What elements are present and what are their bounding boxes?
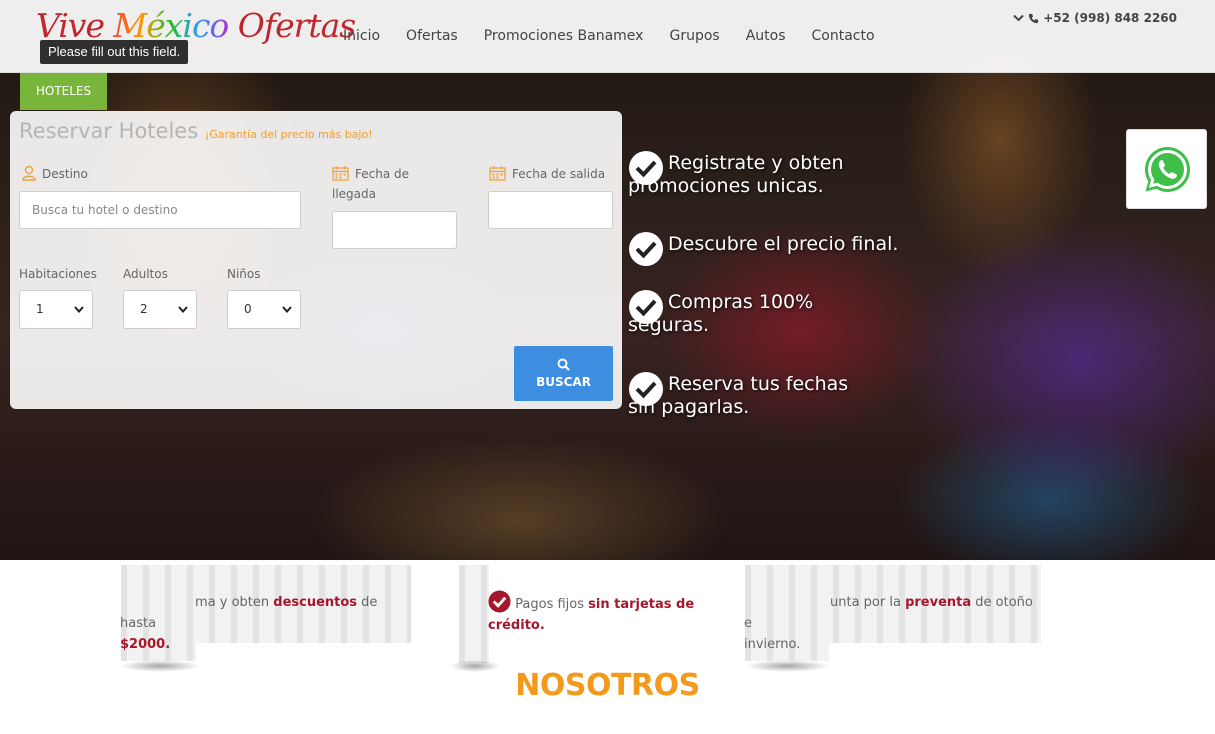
main-nav: Inicio Ofertas Promociones Banamex Grupo… — [330, 28, 888, 44]
calendar-icon — [489, 166, 506, 181]
destino-input[interactable] — [19, 191, 301, 229]
promo-preventa: unta por la preventa de otoño e invierno. — [744, 595, 1033, 652]
feature-item: Descubre el precio final. — [628, 232, 928, 266]
habitaciones-label: Habitaciones — [19, 267, 97, 281]
tab-hoteles[interactable]: HOTELES — [20, 73, 107, 110]
buscar-button[interactable]: BUSCAR — [514, 346, 613, 401]
user-icon — [22, 165, 36, 181]
phone-contact[interactable]: +52 (998) 848 2260 — [1013, 11, 1177, 25]
hotel-search-panel: Reservar Hoteles ¡Garantía del precio má… — [10, 111, 622, 409]
calendar-icon — [332, 166, 349, 181]
nav-ofertas[interactable]: Ofertas — [406, 28, 458, 44]
adultos-label: Adultos — [123, 267, 168, 281]
price-guarantee-tag: ¡Garantía del precio más bajo! — [204, 128, 373, 141]
chevron-down-icon — [74, 306, 84, 313]
fecha-llegada-input[interactable] — [332, 211, 457, 249]
panel-title: Reservar Hoteles ¡Garantía del precio má… — [19, 119, 373, 143]
adultos-select[interactable]: 2 — [123, 290, 197, 329]
check-circle-icon — [629, 151, 663, 185]
check-circle-icon — [629, 372, 663, 406]
promo-descuentos: ma y obten descuentos de hasta $2000. — [120, 595, 378, 652]
feature-item: Registrate y obten promociones unicas. — [628, 151, 844, 197]
phone-number: +52 (998) 848 2260 — [1043, 11, 1177, 25]
whatsapp-icon — [1145, 147, 1190, 192]
salida-label: Fecha de salida — [489, 164, 605, 184]
destino-label: Destino — [22, 164, 88, 184]
nav-autos[interactable]: Autos — [746, 28, 786, 44]
feature-item: Reserva tus fechas sin pagarlas. — [628, 372, 849, 418]
ninos-select[interactable]: 0 — [227, 290, 301, 329]
nav-contacto[interactable]: Contacto — [812, 28, 875, 44]
phone-icon — [1029, 13, 1039, 23]
promo-background-2 — [459, 565, 489, 663]
validation-tooltip: Please fill out this field. — [40, 40, 189, 64]
nav-grupos[interactable]: Grupos — [669, 28, 719, 44]
chevron-down-icon — [178, 306, 188, 313]
nav-inicio[interactable]: Inicio — [343, 28, 380, 44]
feature-item: Compras 100% seguras. — [628, 290, 814, 336]
site-header: Vive México Ofertas Please fill out this… — [0, 0, 1215, 73]
chevron-down-icon — [1013, 14, 1024, 22]
llegada-label: Fecha de llegada — [332, 166, 409, 201]
check-circle-icon — [629, 232, 663, 266]
section-title-nosotros: NOSOTROS — [515, 668, 700, 703]
check-circle-icon — [488, 590, 511, 613]
chevron-down-icon — [282, 306, 292, 313]
panel-title-text: Reservar Hoteles — [19, 119, 199, 143]
whatsapp-button[interactable] — [1126, 129, 1207, 209]
nav-promociones-banamex[interactable]: Promociones Banamex — [484, 28, 644, 44]
check-circle-icon — [629, 290, 663, 324]
search-icon — [557, 358, 570, 371]
fecha-salida-input[interactable] — [488, 191, 613, 229]
habitaciones-select[interactable]: 1 — [19, 290, 93, 329]
ninos-label: Niños — [227, 267, 261, 281]
promo-pagos-fijos: Pagos fijos sin tarjetas de crédito. — [488, 590, 748, 636]
